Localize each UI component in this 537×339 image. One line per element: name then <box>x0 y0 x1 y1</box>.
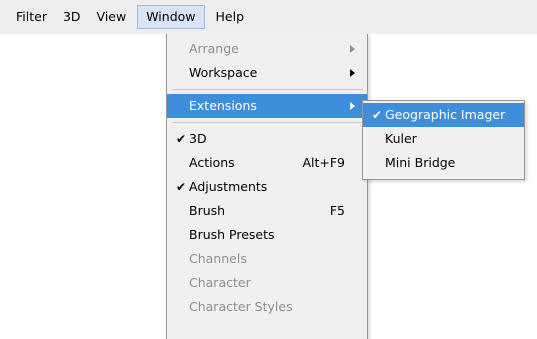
menu-window[interactable]: Window <box>137 5 205 29</box>
menu-item-label: Mini Bridge <box>385 155 456 170</box>
menu-item-label: Adjustments <box>189 179 268 194</box>
menu-item-label: Kuler <box>385 131 417 146</box>
submenu-item-mini-bridge[interactable]: Mini Bridge <box>363 151 524 175</box>
menu-3d[interactable]: 3D <box>57 5 87 29</box>
menu-item-extensions[interactable]: Extensions <box>167 94 367 118</box>
menu-view[interactable]: View <box>91 5 133 29</box>
menu-item-label: Character <box>189 275 251 290</box>
menu-item-shortcut: Alt+F9 <box>302 155 345 170</box>
menu-item-actions[interactable]: Actions Alt+F9 <box>167 151 367 175</box>
menu-item-arrange[interactable]: Arrange <box>167 37 367 61</box>
menu-item-brush-presets[interactable]: Brush Presets <box>167 223 367 247</box>
menu-filter[interactable]: Filter <box>10 5 53 29</box>
menu-separator <box>173 122 363 123</box>
menu-item-3d[interactable]: ✔ 3D <box>167 127 367 151</box>
menu-bar: Filter 3D View Window Help <box>0 0 537 34</box>
menu-help[interactable]: Help <box>210 5 251 29</box>
checkmark-icon: ✔ <box>175 180 187 194</box>
extensions-submenu: ✔ Geographic Imager Kuler Mini Bridge <box>362 100 525 180</box>
menu-item-label: 3D <box>189 131 207 146</box>
window-menu-dropdown: Arrange Workspace Extensions ✔ 3D Action… <box>166 34 368 339</box>
checkmark-icon: ✔ <box>371 108 383 122</box>
menu-item-label: Arrange <box>189 41 239 56</box>
submenu-arrow-icon <box>350 102 355 110</box>
checkmark-icon: ✔ <box>175 132 187 146</box>
menu-item-label: Character Styles <box>189 299 293 314</box>
menu-item-brush[interactable]: Brush F5 <box>167 199 367 223</box>
menu-item-label: Brush Presets <box>189 227 275 242</box>
menu-item-label: Channels <box>189 251 247 266</box>
menu-item-label: Extensions <box>189 98 257 113</box>
menu-item-character[interactable]: Character <box>167 271 367 295</box>
menu-item-label: Actions <box>189 155 235 170</box>
menu-item-label: Brush <box>189 203 226 218</box>
menu-item-shortcut: F5 <box>329 203 345 218</box>
submenu-arrow-icon <box>350 45 355 53</box>
submenu-item-kuler[interactable]: Kuler <box>363 127 524 151</box>
menu-item-workspace[interactable]: Workspace <box>167 61 367 85</box>
menu-separator <box>173 89 363 90</box>
menu-item-label: Workspace <box>189 65 258 80</box>
submenu-item-geographic-imager[interactable]: ✔ Geographic Imager <box>363 103 524 127</box>
menu-item-channels[interactable]: Channels <box>167 247 367 271</box>
menu-item-character-styles[interactable]: Character Styles <box>167 295 367 319</box>
submenu-arrow-icon <box>350 69 355 77</box>
menu-item-label: Geographic Imager <box>385 107 506 122</box>
menu-item-adjustments[interactable]: ✔ Adjustments <box>167 175 367 199</box>
